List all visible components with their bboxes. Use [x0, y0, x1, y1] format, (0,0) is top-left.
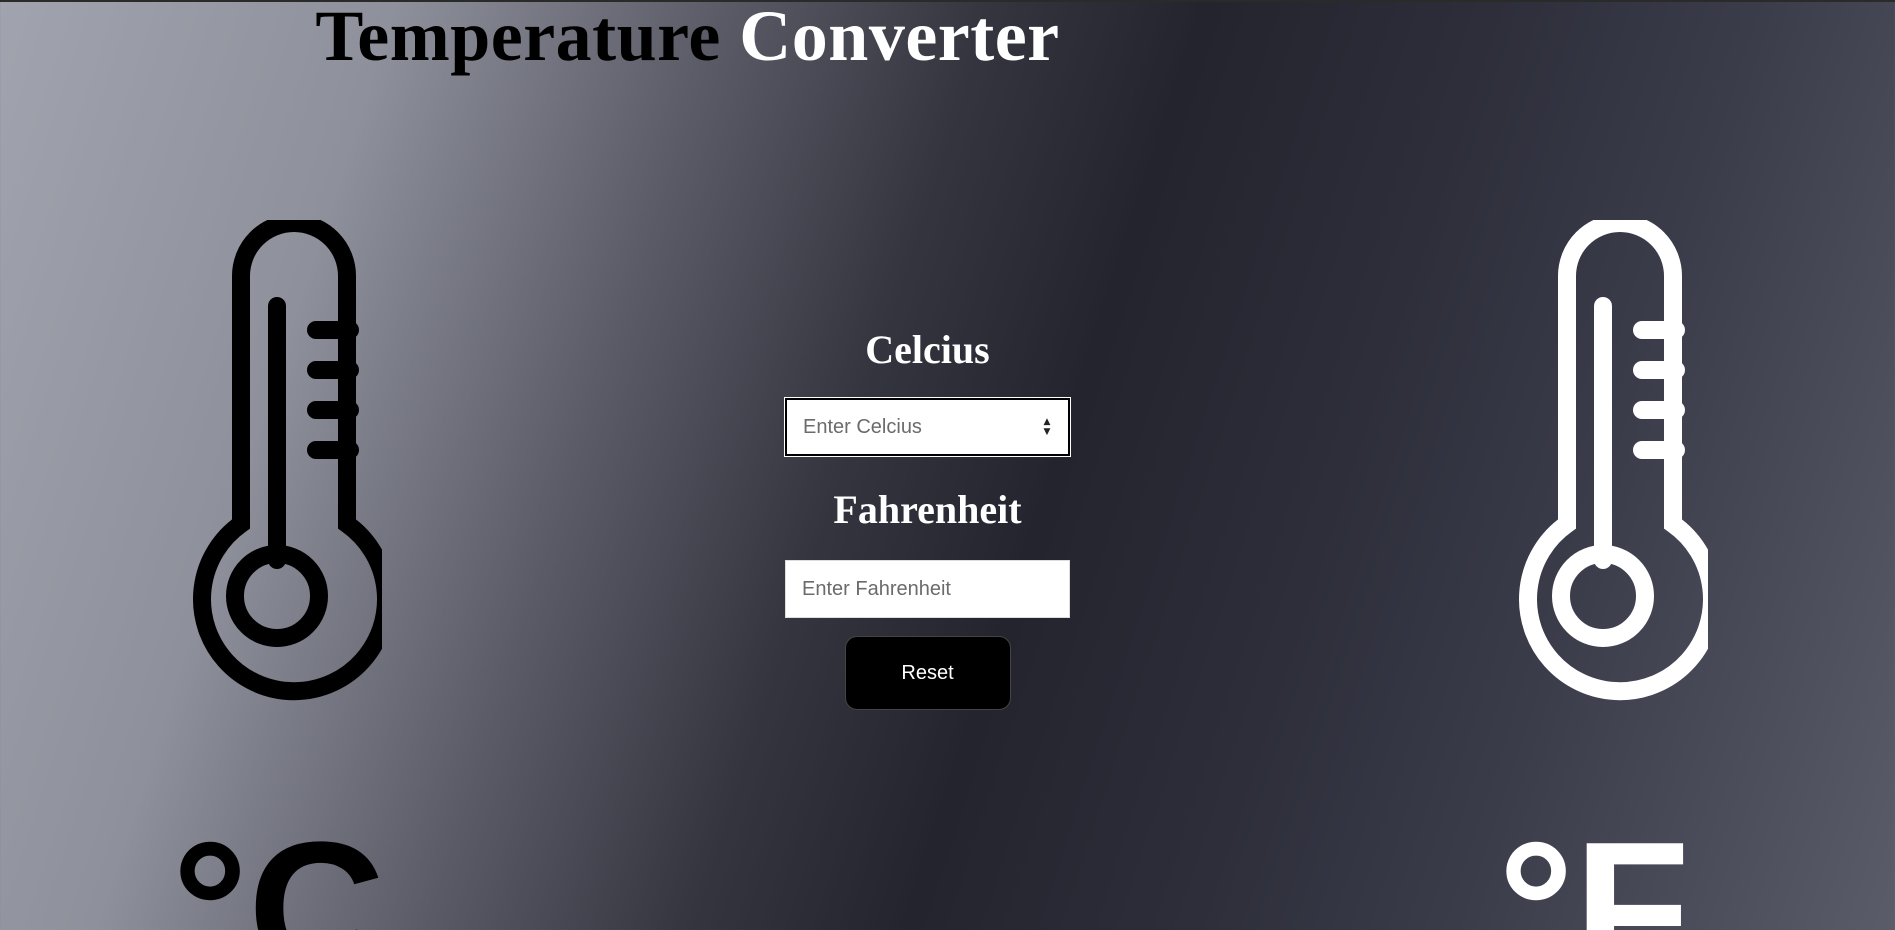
fahrenheit-unit-symbol: °F — [1498, 814, 1691, 930]
title-word-converter: Converter — [739, 0, 1060, 76]
converter-panel: Celcius ▲▼ Fahrenheit Reset — [785, 322, 1070, 710]
fahrenheit-field-wrapper — [785, 560, 1070, 618]
celsius-input[interactable] — [785, 398, 1070, 456]
fahrenheit-label: Fahrenheit — [833, 487, 1022, 532]
title-word-temperature: Temperature — [315, 0, 721, 76]
page-title: Temperature Converter — [0, 0, 1635, 76]
thermometer-icon — [1519, 220, 1708, 701]
fahrenheit-input[interactable] — [785, 560, 1070, 618]
celsius-field-wrapper: ▲▼ — [785, 398, 1070, 456]
reset-button[interactable]: Reset — [844, 636, 1011, 710]
thermometer-icon — [193, 220, 382, 701]
celsius-label: Celcius — [865, 327, 990, 372]
celsius-unit-symbol: °C — [172, 814, 386, 930]
number-spinner-icon[interactable]: ▲ ▼ — [1042, 417, 1052, 439]
